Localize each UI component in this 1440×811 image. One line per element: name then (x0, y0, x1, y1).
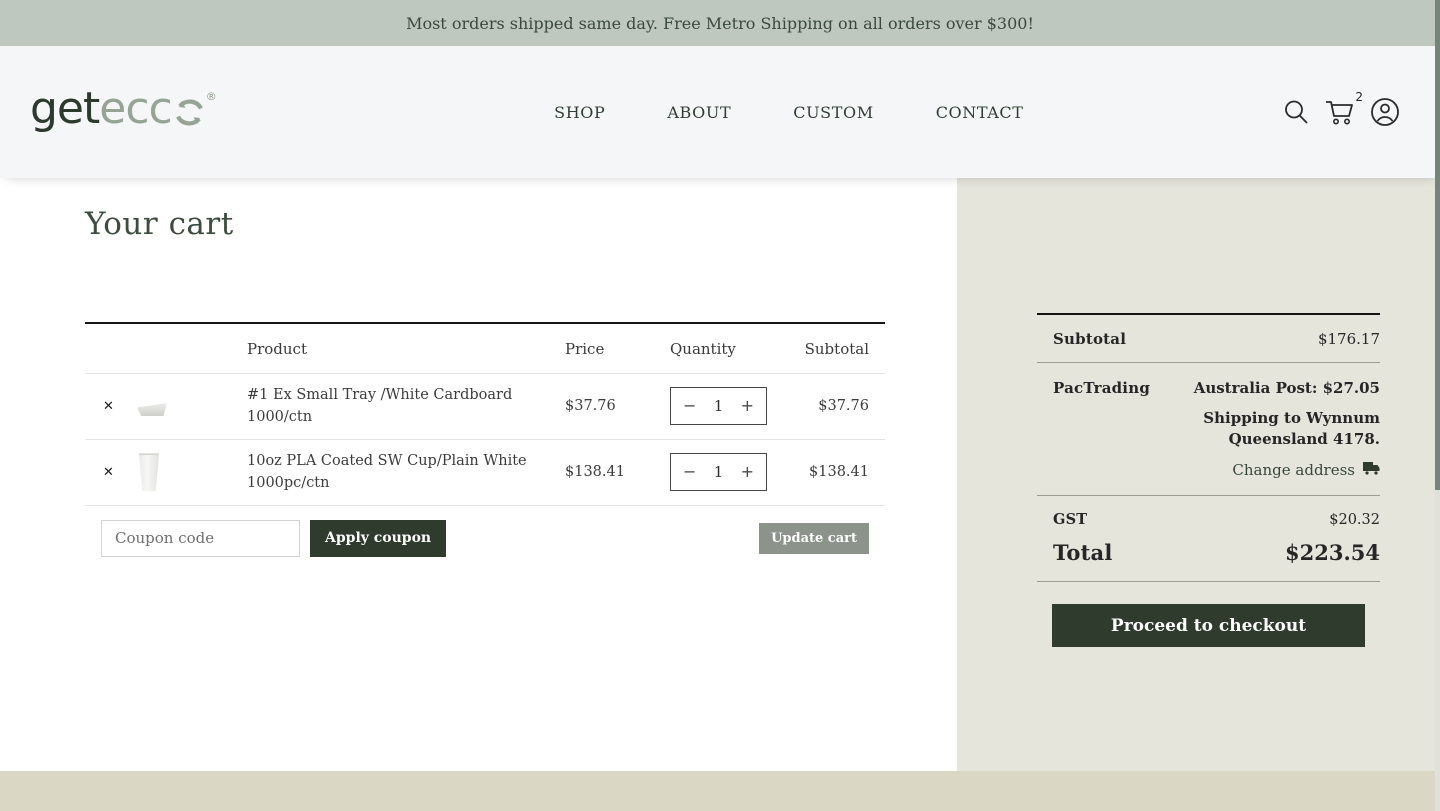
subtotal-row: Subtotal $176.17 (1037, 315, 1380, 363)
shipping-method: Australia Post: $27.05 (1194, 379, 1380, 397)
coupon-row: Apply coupon Update cart (85, 520, 869, 557)
footer-strip (0, 771, 1440, 811)
change-address-link[interactable]: Change address (1232, 460, 1380, 481)
promo-banner: Most orders shipped same day. Free Metro… (0, 0, 1440, 46)
main-nav: SHOP ABOUT CUSTOM CONTACT (474, 103, 1023, 122)
quantity-stepper: − 1 + (670, 387, 767, 425)
update-cart-button[interactable]: Update cart (759, 523, 869, 554)
total-value: $223.54 (1285, 540, 1380, 565)
registered-mark: ® (206, 91, 216, 102)
delivery-truck-icon (1363, 460, 1380, 481)
line-subtotal: $37.76 (802, 398, 885, 414)
col-header-subtotal: Subtotal (802, 340, 885, 358)
tray-image (137, 403, 167, 416)
shipping-row: PacTrading Australia Post: $27.05 Shippi… (1037, 363, 1380, 496)
page-scrollbar[interactable] (1435, 0, 1440, 811)
quantity-decrease-button[interactable]: − (683, 398, 696, 414)
line-subtotal: $138.41 (802, 464, 885, 480)
cart-row-tray: ✕ #1 Ex Small Tray /White Cardboard 1000… (85, 374, 885, 440)
subtotal-value: $176.17 (1318, 330, 1380, 348)
total-label: Total (1053, 540, 1113, 565)
remove-item-button[interactable]: ✕ (85, 395, 114, 418)
cart-content: Your cart Product Price Quantity Subtota… (0, 178, 957, 771)
coupon-code-input[interactable] (101, 520, 300, 557)
quantity-stepper: − 1 + (670, 453, 767, 491)
nav-item-contact[interactable]: CONTACT (936, 103, 1024, 122)
main-area: Your cart Product Price Quantity Subtota… (0, 178, 1440, 771)
quantity-decrease-button[interactable]: − (683, 464, 696, 480)
order-summary-sidebar: Subtotal $176.17 PacTrading Australia Po… (957, 178, 1440, 771)
cart-table: Product Price Quantity Subtotal ✕ #1 Ex … (85, 322, 885, 506)
site-header: getecc ® SHOP ABOUT CUSTOM CONTACT (0, 46, 1440, 178)
nav-item-custom[interactable]: CUSTOM (793, 103, 873, 122)
cup-image (137, 453, 161, 491)
recycle-o-icon (172, 87, 206, 137)
search-icon[interactable] (1282, 98, 1310, 126)
scrollbar-thumb[interactable] (1435, 0, 1440, 490)
nav-item-about[interactable]: ABOUT (667, 103, 731, 122)
promo-banner-text: Most orders shipped same day. Free Metro… (406, 14, 1034, 33)
product-thumbnail-tray[interactable] (127, 397, 247, 416)
gst-row: GST $20.32 (1037, 496, 1380, 534)
logo-text-light: ecc (99, 87, 171, 131)
product-name[interactable]: #1 Ex Small Tray /White Cardboard 1000/c… (247, 374, 547, 439)
gst-label: GST (1053, 511, 1087, 528)
site-logo[interactable]: getecc ® (30, 87, 216, 137)
account-icon[interactable] (1370, 97, 1400, 127)
total-row: Total $223.54 (1037, 534, 1380, 582)
change-address-label: Change address (1232, 460, 1355, 481)
col-header-product: Product (247, 340, 547, 358)
cart-table-header: Product Price Quantity Subtotal (85, 324, 885, 374)
shipping-details: Australia Post: $27.05 Shipping to Wynnu… (1194, 378, 1380, 481)
order-summary: Subtotal $176.17 PacTrading Australia Po… (1037, 313, 1380, 647)
remove-item-button[interactable]: ✕ (85, 461, 114, 484)
shipping-carrier-label: PacTrading (1053, 379, 1150, 397)
shipping-destination-line1: Shipping to Wynnum (1203, 408, 1380, 429)
gst-value: $20.32 (1329, 512, 1380, 528)
shipping-destination-line2: Queensland 4178. (1229, 430, 1380, 448)
product-price: $138.41 (547, 464, 652, 480)
cart-row-cup: ✕ 10oz PLA Coated SW Cup/Plain White 100… (85, 440, 885, 506)
quantity-value[interactable]: 1 (714, 463, 724, 481)
proceed-to-checkout-button[interactable]: Proceed to checkout (1052, 604, 1365, 647)
page-title: Your cart (85, 206, 957, 242)
nav-item-shop[interactable]: SHOP (554, 103, 605, 122)
quantity-value[interactable]: 1 (714, 397, 724, 415)
product-price: $37.76 (547, 398, 652, 414)
col-header-price: Price (547, 340, 652, 358)
quantity-increase-button[interactable]: + (741, 464, 754, 480)
product-name[interactable]: 10oz PLA Coated SW Cup/Plain White 1000p… (247, 440, 547, 505)
col-header-quantity: Quantity (652, 340, 802, 358)
product-thumbnail-cup[interactable] (127, 453, 247, 491)
cart-icon[interactable]: 2 (1324, 98, 1356, 126)
apply-coupon-button[interactable]: Apply coupon (310, 520, 446, 557)
quantity-increase-button[interactable]: + (741, 398, 754, 414)
subtotal-label: Subtotal (1053, 330, 1126, 348)
logo-text-dark: get (30, 87, 99, 131)
header-icons: 2 (1282, 97, 1400, 127)
cart-count-badge: 2 (1355, 90, 1363, 104)
